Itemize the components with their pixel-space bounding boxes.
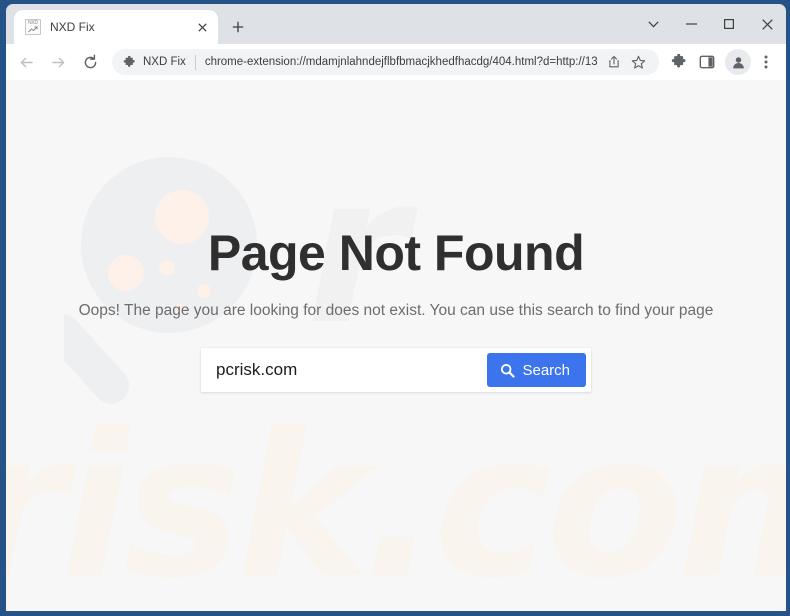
search-button[interactable]: Search [487,353,586,387]
forward-arrow-icon [51,57,64,67]
tab-title: NXD Fix [50,20,95,34]
page-viewport: r risk.com Page Not Found Oops! The page… [6,80,786,611]
search-input[interactable] [201,348,488,392]
extensions-button[interactable] [666,49,692,75]
search-button-label: Search [522,361,570,379]
chevron-down-icon [647,20,659,27]
plus-icon [232,21,244,33]
page-title: Page Not Found [207,225,585,281]
omnibox-actions [601,51,649,73]
new-tab-button[interactable] [224,13,252,41]
window-controls [634,4,786,44]
bookmark-button[interactable] [627,51,649,73]
search-box: Search [201,348,591,392]
browser-menu-button[interactable] [753,49,779,75]
tab-strip: NXD NXD Fix [6,4,786,44]
forward-button[interactable] [44,48,72,76]
search-magnifier-icon [501,363,516,378]
puzzle-piece-icon [671,54,686,68]
tab-close-icon[interactable] [194,19,210,35]
reload-icon [84,54,96,68]
back-button[interactable] [12,48,40,76]
tab-search-chevron-button[interactable] [634,4,672,44]
close-icon [761,18,773,30]
watermark-bottom: risk.com [6,390,786,611]
omnibox-url-text: chrome-extension://mdamjnlahndejflbfbmac… [204,56,597,68]
favicon-chart-arrow-icon [28,26,38,33]
browser-window: NXD NXD Fix NXD Fix chrome-extension://m… [0,0,790,616]
back-arrow-icon [20,57,33,67]
tab-favicon-nxd-fix: NXD [25,19,41,35]
page-content: Page Not Found Oops! The page you are lo… [6,80,786,392]
star-icon [631,55,645,69]
maximize-button[interactable] [710,4,748,44]
reload-button[interactable] [76,48,104,76]
share-icon [609,55,619,68]
profile-avatar-icon [732,56,744,68]
close-window-button[interactable] [748,4,786,44]
maximize-icon [724,19,734,29]
minimize-icon [685,23,697,25]
browser-tab[interactable]: NXD NXD Fix [14,10,218,44]
side-panel-button[interactable] [694,49,720,75]
omnibox-extension-name: NXD Fix [143,56,186,68]
share-button[interactable] [603,51,625,73]
puzzle-piece-icon [123,55,135,67]
minimize-button[interactable] [672,4,710,44]
profile-button[interactable] [725,49,751,75]
three-dot-menu-icon [764,55,768,69]
browser-toolbar: NXD Fix chrome-extension://mdamjnlahndej… [6,44,786,80]
omnibox-divider [194,54,196,70]
page-subtitle: Oops! The page you are looking for does … [78,302,714,319]
omnibox-extension-chip: NXD Fix [123,55,186,69]
address-bar[interactable]: NXD Fix chrome-extension://mdamjnlahndej… [112,49,659,75]
side-panel-icon [699,55,715,69]
